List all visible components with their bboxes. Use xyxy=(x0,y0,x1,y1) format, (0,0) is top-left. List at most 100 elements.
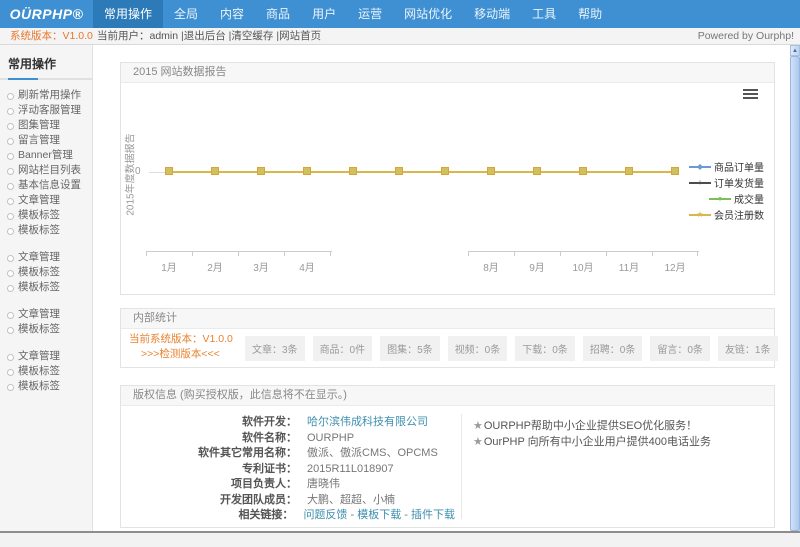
promo-note-text: OurPHP 向所有中小企业用户提供400电话业务 xyxy=(484,436,711,448)
user-link-0[interactable]: 退出后台 xyxy=(184,30,226,42)
user-link-2[interactable]: 网站首页 xyxy=(279,30,321,42)
legend-marker-icon: ◆ xyxy=(689,162,711,171)
data-point-marker xyxy=(395,167,403,175)
sidebar-item-3-1[interactable]: 模板标签 xyxy=(0,364,92,379)
powered-by: Powered by Ourphp! xyxy=(698,28,794,44)
current-version-text: 当前系统版本：V1.0.0 xyxy=(129,333,233,345)
month-label-2: 3月 xyxy=(241,259,281,274)
copyright-row-value: 大鹏、超超、小楠 xyxy=(307,493,395,509)
copyright-row-label: 开发团队成员： xyxy=(129,493,297,509)
menu-item-1[interactable]: 全局 xyxy=(163,0,209,28)
stat-box-5: 招聘：0条 xyxy=(583,336,643,361)
sidebar-rule xyxy=(0,78,92,80)
user-area: 当前用户：admin |退出后台 |清空缓存 |网站首页 xyxy=(97,28,321,44)
legend-item-0[interactable]: ◆商品订单量 xyxy=(689,159,764,174)
month-label-9: 10月 xyxy=(563,259,603,274)
sidebar-item-0-0[interactable]: 刷新常用操作 xyxy=(0,88,92,103)
promo-note-0: ★OURPHP帮助中小企业提供SEO优化服务！ xyxy=(473,418,711,434)
menu-item-3[interactable]: 商品 xyxy=(255,0,301,28)
sidebar-item-1-0[interactable]: 文章管理 xyxy=(0,250,92,265)
copyright-row-value: 2015R11L018907 xyxy=(307,462,394,478)
related-link-2[interactable]: 插件下载 xyxy=(411,509,455,521)
scrollbar-thumb[interactable] xyxy=(790,56,800,531)
menu-item-5[interactable]: 运营 xyxy=(347,0,393,28)
legend-marker-icon: + xyxy=(689,178,711,187)
internal-stats-body: 当前系统版本：V1.0.0 >>>检测版本<<< 文章：3条商品：0件图集：5条… xyxy=(121,329,774,367)
promo-note-text: OURPHP帮助中小企业提供SEO优化服务！ xyxy=(484,420,697,432)
data-point-marker xyxy=(303,167,311,175)
menu-item-4[interactable]: 用户 xyxy=(301,0,347,28)
sidebar-item-0-2[interactable]: 图集管理 xyxy=(0,118,92,133)
system-version: 系统版本：V1.0.0 xyxy=(10,28,93,44)
sidebar-item-0-8[interactable]: 模板标签 xyxy=(0,208,92,223)
user-link-1[interactable]: 清空缓存 xyxy=(231,30,273,42)
sidebar-item-0-7[interactable]: 文章管理 xyxy=(0,193,92,208)
month-label-10: 11月 xyxy=(609,259,649,274)
sidebar-group-0: 刷新常用操作浮动客服管理图集管理留言管理Banner管理网站栏目列表基本信息设置… xyxy=(0,88,92,238)
copyright-row-6: 相关链接：问题反馈 - 模板下载 - 插件下载 xyxy=(129,508,455,524)
sidebar-item-0-3[interactable]: 留言管理 xyxy=(0,133,92,148)
menu-item-0[interactable]: 常用操作 xyxy=(93,0,163,28)
sidebar-item-0-6[interactable]: 基本信息设置 xyxy=(0,178,92,193)
related-link-0[interactable]: 问题反馈 xyxy=(303,509,347,521)
related-link-1[interactable]: 模板下载 xyxy=(357,509,401,521)
legend-item-1[interactable]: +订单发货量 xyxy=(689,175,764,190)
report-panel-title: 2015 网站数据报告 xyxy=(121,63,774,83)
sidebar-item-0-4[interactable]: Banner管理 xyxy=(0,148,92,163)
menu-item-6[interactable]: 网站优化 xyxy=(393,0,463,28)
chart-menu-icon[interactable] xyxy=(743,89,758,100)
legend-label: 成交量 xyxy=(734,191,764,206)
legend-item-3[interactable]: ★会员注册数 xyxy=(689,207,764,222)
scroll-up-icon[interactable]: ▲ xyxy=(790,45,800,56)
column-divider xyxy=(461,414,462,519)
sidebar-item-0-9[interactable]: 模板标签 xyxy=(0,223,92,238)
sidebar-item-0-5[interactable]: 网站栏目列表 xyxy=(0,163,92,178)
sidebar-item-0-1[interactable]: 浮动客服管理 xyxy=(0,103,92,118)
copyright-row-value: 问题反馈 - 模板下载 - 插件下载 xyxy=(303,508,455,524)
report-panel: 2015 网站数据报告 2015年度数据报告 0 1月2月3月4月5月6月7月8… xyxy=(120,62,775,295)
copyright-row-value: 唐晓伟 xyxy=(307,477,340,493)
legend-marker-icon: ★ xyxy=(689,210,711,219)
sidebar-item-3-2[interactable]: 模板标签 xyxy=(0,379,92,394)
sidebar-item-2-1[interactable]: 模板标签 xyxy=(0,322,92,337)
axis-tick xyxy=(468,252,469,256)
developer-link[interactable]: 哈尔滨伟成科技有限公司 xyxy=(307,416,428,428)
sidebar-title: 常用操作 xyxy=(0,45,92,72)
axis-tick xyxy=(146,252,147,256)
info-bar: 系统版本：V1.0.0 当前用户：admin |退出后台 |清空缓存 |网站首页… xyxy=(0,28,800,45)
footer xyxy=(0,533,800,547)
data-point-marker xyxy=(211,167,219,175)
sidebar-item-1-1[interactable]: 模板标签 xyxy=(0,265,92,280)
main-menu: 常用操作全局内容商品用户运营网站优化移动端工具帮助 xyxy=(93,0,613,28)
data-point-marker xyxy=(441,167,449,175)
sidebar-item-1-2[interactable]: 模板标签 xyxy=(0,280,92,295)
stat-box-4: 下载：0条 xyxy=(515,336,575,361)
legend-label: 会员注册数 xyxy=(714,207,764,222)
internal-stats-panel: 内部统计 当前系统版本：V1.0.0 >>>检测版本<<< 文章：3条商品：0件… xyxy=(120,308,775,368)
internal-stats-title: 内部统计 xyxy=(121,309,774,329)
top-navbar: OÜRPHP® 常用操作全局内容商品用户运营网站优化移动端工具帮助 xyxy=(0,0,800,28)
stats-row: 文章：3条商品：0件图集：5条视频：0条下载：0条招聘：0条留言：0条友链：1条… xyxy=(245,336,800,361)
x-axis-left xyxy=(146,251,332,256)
sidebar: 常用操作 刷新常用操作浮动客服管理图集管理留言管理Banner管理网站栏目列表基… xyxy=(0,45,93,531)
copyright-row-3: 专利证书：2015R11L018907 xyxy=(129,462,455,478)
link-separator: - xyxy=(401,509,411,521)
sidebar-item-2-0[interactable]: 文章管理 xyxy=(0,307,92,322)
check-version-link[interactable]: >>>检测版本<<< xyxy=(129,347,233,362)
current-version: 当前系统版本：V1.0.0 >>>检测版本<<< xyxy=(129,332,233,362)
axis-tick xyxy=(652,252,653,256)
sidebar-groups: 刷新常用操作浮动客服管理图集管理留言管理Banner管理网站栏目列表基本信息设置… xyxy=(0,88,92,394)
menu-item-2[interactable]: 内容 xyxy=(209,0,255,28)
vertical-scrollbar[interactable]: ▲ xyxy=(790,45,800,531)
sidebar-group-3: 文章管理模板标签模板标签 xyxy=(0,349,92,394)
month-label-11: 12月 xyxy=(655,259,695,274)
copyright-row-1: 软件名称：OURPHP xyxy=(129,431,455,447)
copyright-row-0: 软件开发：哈尔滨伟成科技有限公司 xyxy=(129,415,455,431)
menu-item-7[interactable]: 移动端 xyxy=(463,0,521,28)
stat-box-6: 留言：0条 xyxy=(650,336,710,361)
legend-item-2[interactable]: ●成交量 xyxy=(689,191,764,206)
chart-legend: ◆商品订单量+订单发货量●成交量★会员注册数 xyxy=(689,159,764,223)
sidebar-item-3-0[interactable]: 文章管理 xyxy=(0,349,92,364)
menu-item-8[interactable]: 工具 xyxy=(521,0,567,28)
menu-item-9[interactable]: 帮助 xyxy=(567,0,613,28)
